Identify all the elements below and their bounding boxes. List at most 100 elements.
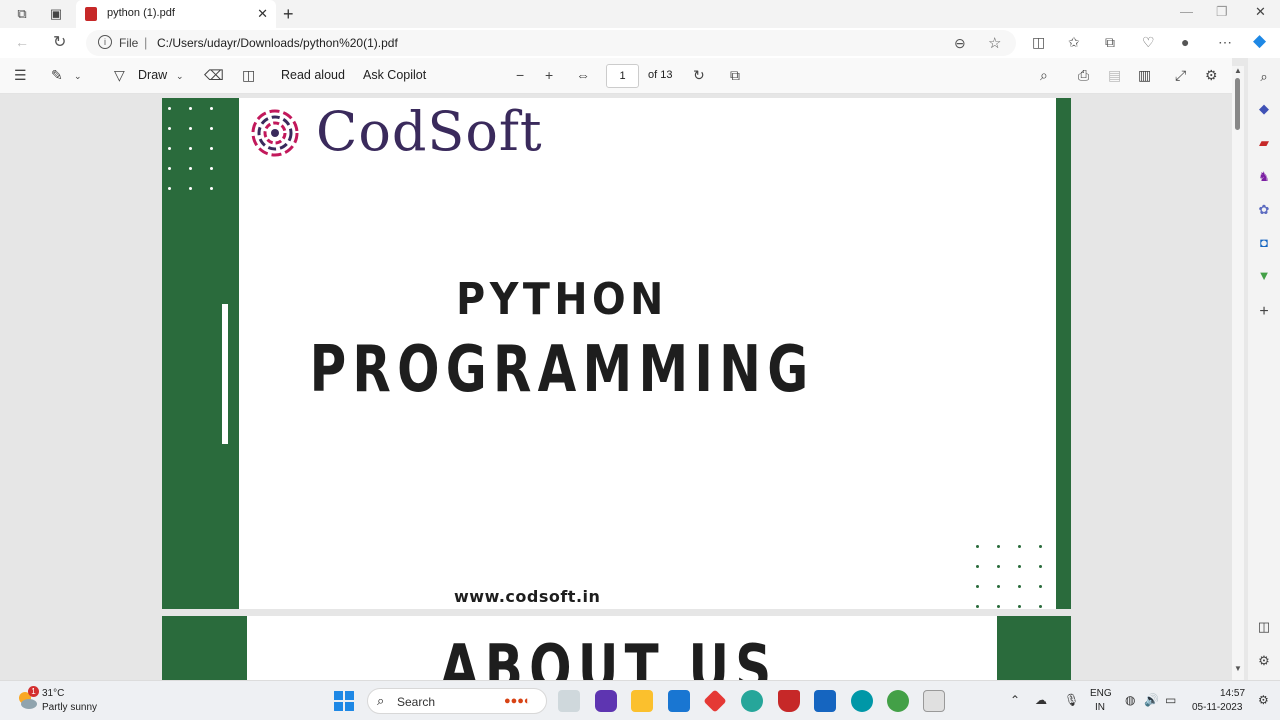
highlight-icon[interactable]: ✎ xyxy=(51,67,63,84)
notifications-icon[interactable]: ⚙ xyxy=(1258,693,1269,707)
page-layout-icon[interactable]: ⧉ xyxy=(730,67,740,84)
decorative-dot xyxy=(997,545,1000,548)
decorative-white-line xyxy=(222,304,228,444)
address-scheme-label: File xyxy=(119,36,139,50)
fit-to-width-icon[interactable]: ⇔ xyxy=(576,67,590,83)
shopping-tag-icon[interactable]: ◆ xyxy=(1255,100,1273,118)
read-aloud-button[interactable]: Read aloud xyxy=(281,68,345,82)
scroll-up-arrow-icon[interactable]: ▲ xyxy=(1234,66,1242,75)
website-url-text: www.codsoft.in xyxy=(454,587,601,606)
zoom-out-icon[interactable]: − xyxy=(516,67,524,83)
show-hidden-icons-chevron-icon[interactable]: ⌃ xyxy=(1010,693,1020,707)
pdf-toolbar: ☰ ✎ ⌄ ▽ Draw ⌄ ⌫ ◫ Read aloud Ask Copilo… xyxy=(0,58,1232,94)
logo-wordmark: CodSoft xyxy=(316,100,543,163)
tools-briefcase-icon[interactable]: ▰ xyxy=(1255,134,1273,152)
outlook-icon[interactable]: ◘ xyxy=(1255,234,1273,252)
refresh-icon[interactable]: ↻ xyxy=(53,32,66,52)
onedrive-icon[interactable]: ☁ xyxy=(1035,693,1047,707)
whatsapp-icon[interactable] xyxy=(887,690,909,712)
clock-time[interactable]: 14:57 xyxy=(1220,688,1245,699)
battery-icon[interactable]: ▭ xyxy=(1165,693,1176,707)
save-as-icon[interactable]: ▥ xyxy=(1138,67,1151,84)
scrollbar-thumb[interactable] xyxy=(1235,78,1240,130)
add-sidebar-app-icon[interactable]: + xyxy=(1255,303,1273,321)
language-indicator-bottom[interactable]: IN xyxy=(1095,702,1105,713)
file-explorer-icon[interactable] xyxy=(631,690,653,712)
tab-actions-icon[interactable]: ▣ xyxy=(48,6,64,22)
fullscreen-icon[interactable]: ⤢ xyxy=(1175,67,1186,84)
profile-icon[interactable]: ● xyxy=(1181,34,1189,50)
highlight-dropdown-icon[interactable]: ⌄ xyxy=(74,71,82,82)
microsoft-store-icon[interactable] xyxy=(668,690,690,712)
eraser-icon[interactable]: ⌫ xyxy=(204,67,224,84)
draw-dropdown-icon[interactable]: ⌄ xyxy=(176,71,184,82)
pdf-file-icon xyxy=(85,7,97,21)
favorites-icon[interactable]: ✩ xyxy=(1068,34,1080,51)
edge-dev-icon[interactable] xyxy=(851,690,873,712)
viewer-scrollbar[interactable]: ▲ ▼ xyxy=(1232,66,1244,680)
table-of-contents-icon[interactable]: ☰ xyxy=(14,67,27,84)
split-screen-icon[interactable]: ◫ xyxy=(1032,34,1045,51)
decorative-dot xyxy=(1039,605,1042,608)
minimize-button[interactable]: — xyxy=(1180,4,1193,19)
microphone-icon[interactable]: 🎙 xyxy=(1064,693,1079,707)
zoom-in-icon[interactable]: + xyxy=(545,67,553,83)
vscode-icon[interactable] xyxy=(814,690,836,712)
network-globe-icon[interactable]: ◍ xyxy=(1125,693,1135,707)
more-menu-icon[interactable]: ⋯ xyxy=(1218,34,1232,51)
workspaces-icon[interactable]: ⧉ xyxy=(14,6,30,22)
draw-icon[interactable]: ▽ xyxy=(114,67,125,84)
decorative-dot xyxy=(976,585,979,588)
windows-start-icon[interactable] xyxy=(333,690,355,712)
clock-date[interactable]: 05-11-2023 xyxy=(1192,702,1242,713)
edge-browser-icon[interactable] xyxy=(741,690,763,712)
decorative-dot xyxy=(976,545,979,548)
decorative-dot xyxy=(168,147,171,150)
print-icon[interactable]: ⎙ xyxy=(1078,67,1089,84)
close-tab-icon[interactable]: ✕ xyxy=(257,6,268,22)
browser-essentials-icon[interactable]: ♡ xyxy=(1142,34,1155,51)
settings-gear-icon[interactable]: ⚙ xyxy=(1205,67,1218,84)
sidebar-settings-icon[interactable]: ⚙ xyxy=(1255,652,1273,670)
volume-icon[interactable]: 🔊 xyxy=(1144,693,1159,707)
page-number-input[interactable]: 1 xyxy=(606,64,639,88)
maximize-button[interactable]: ❐ xyxy=(1216,4,1228,20)
browser-tab-bar: ⧉ ▣ python (1).pdf ✕ + — ❐ ✕ xyxy=(0,0,1280,28)
page-view-icon[interactable]: ◫ xyxy=(242,67,255,84)
codsoft-logo-icon xyxy=(251,109,299,157)
teams-chat-icon[interactable] xyxy=(595,690,617,712)
close-window-button[interactable]: ✕ xyxy=(1255,4,1266,20)
favorite-star-icon[interactable]: ☆ xyxy=(988,34,1001,52)
search-pdf-icon[interactable]: ⌕ xyxy=(1040,67,1048,84)
task-view-icon[interactable] xyxy=(558,690,580,712)
tab-pdf[interactable]: python (1).pdf ✕ xyxy=(76,0,276,28)
rotate-icon[interactable]: ↻ xyxy=(693,67,705,84)
save-icon[interactable]: ▤ xyxy=(1108,67,1121,84)
taskbar-search[interactable]: ⌕ Search ●●●◐ xyxy=(367,688,547,714)
address-url[interactable]: C:/Users/udayr/Downloads/python%20(1).pd… xyxy=(157,36,398,50)
sidebar-search-icon[interactable]: ⌕ xyxy=(1255,68,1273,86)
decorative-dot xyxy=(189,107,192,110)
decorative-dot xyxy=(1018,545,1021,548)
ask-copilot-button[interactable]: Ask Copilot xyxy=(363,68,426,82)
copilot-icon[interactable]: ◆ xyxy=(1253,31,1266,51)
address-bar[interactable]: i File | C:/Users/udayr/Downloads/python… xyxy=(86,30,1016,56)
zoom-out-magnifier-icon[interactable]: ⊖ xyxy=(954,35,966,52)
drop-icon[interactable]: ▼ xyxy=(1255,267,1273,285)
draw-button[interactable]: Draw xyxy=(138,68,167,82)
mcafee-icon[interactable] xyxy=(778,690,800,712)
copilot-sidebar-icon[interactable]: ✿ xyxy=(1255,201,1273,219)
weather-description: Partly sunny xyxy=(42,702,98,713)
info-icon[interactable]: i xyxy=(98,35,112,49)
active-pdf-app-icon[interactable] xyxy=(923,690,945,712)
anydesk-icon[interactable] xyxy=(703,689,727,713)
back-arrow-icon[interactable]: ← xyxy=(15,34,29,50)
collections-icon[interactable]: ⧉ xyxy=(1105,34,1115,51)
hide-sidebar-icon[interactable]: ◫ xyxy=(1255,618,1273,636)
pdf-viewer[interactable]: CodSoft PYTHON PROGRAMMING www.codsoft.i… xyxy=(0,94,1232,680)
scroll-down-arrow-icon[interactable]: ▼ xyxy=(1234,664,1242,673)
games-chess-icon[interactable]: ♞ xyxy=(1255,168,1273,186)
decorative-dot xyxy=(210,107,213,110)
language-indicator-top[interactable]: ENG xyxy=(1090,688,1112,699)
new-tab-button[interactable]: + xyxy=(283,4,294,25)
